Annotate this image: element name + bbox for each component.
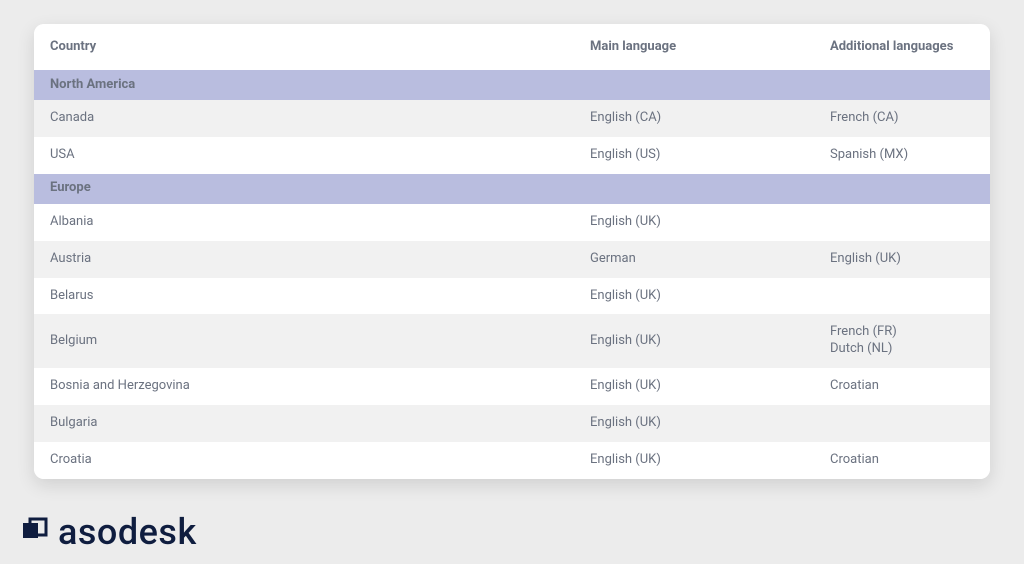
cell-main-language: English (UK): [590, 452, 830, 469]
table-row: Belarus English (UK): [34, 278, 990, 315]
cell-main-language: English (UK): [590, 333, 830, 350]
table-row: Croatia English (UK) Croatian: [34, 442, 990, 479]
cell-additional-languages: Spanish (MX): [830, 147, 974, 164]
table-group-europe: Europe: [34, 174, 990, 204]
table-header-row: Country Main language Additional languag…: [34, 24, 990, 70]
cell-country: Albania: [50, 214, 590, 231]
cell-country: Croatia: [50, 452, 590, 469]
cell-country: Bulgaria: [50, 415, 590, 432]
table-group-north-america: North America: [34, 70, 990, 100]
cell-country: USA: [50, 147, 590, 164]
cell-main-language: German: [590, 251, 830, 268]
table-header-country: Country: [50, 39, 590, 56]
table-header-main-language: Main language: [590, 39, 830, 56]
brand-name: asodesk: [58, 514, 197, 550]
cell-country: Canada: [50, 110, 590, 127]
table-header-additional-languages: Additional languages: [830, 39, 974, 56]
brand-logo: asodesk: [20, 514, 197, 550]
table-row: Austria German English (UK): [34, 241, 990, 278]
table-row: Belgium English (UK) French (FR) Dutch (…: [34, 314, 990, 368]
table-row: USA English (US) Spanish (MX): [34, 137, 990, 174]
cell-main-language: English (US): [590, 147, 830, 164]
locales-table-card: Country Main language Additional languag…: [34, 24, 990, 479]
cell-additional-languages: French (CA): [830, 110, 974, 127]
table-row: Albania English (UK): [34, 204, 990, 241]
cell-main-language: English (CA): [590, 110, 830, 127]
cell-country: Belarus: [50, 288, 590, 305]
cell-additional-languages: Croatian: [830, 452, 974, 469]
cell-country: Austria: [50, 251, 590, 268]
cell-additional-languages: English (UK): [830, 251, 974, 268]
cell-country: Bosnia and Herzegovina: [50, 378, 590, 395]
asodesk-logo-icon: [20, 517, 50, 547]
table-row: Bosnia and Herzegovina English (UK) Croa…: [34, 368, 990, 405]
cell-main-language: English (UK): [590, 415, 830, 432]
table-group-label: North America: [50, 77, 590, 94]
table-group-label: Europe: [50, 180, 590, 197]
cell-main-language: English (UK): [590, 214, 830, 231]
cell-main-language: English (UK): [590, 288, 830, 305]
cell-additional-languages: Croatian: [830, 378, 974, 395]
table-row: Bulgaria English (UK): [34, 405, 990, 442]
cell-additional-languages: French (FR) Dutch (NL): [830, 324, 974, 358]
table-row: Canada English (CA) French (CA): [34, 100, 990, 137]
cell-country: Belgium: [50, 333, 590, 350]
cell-main-language: English (UK): [590, 378, 830, 395]
